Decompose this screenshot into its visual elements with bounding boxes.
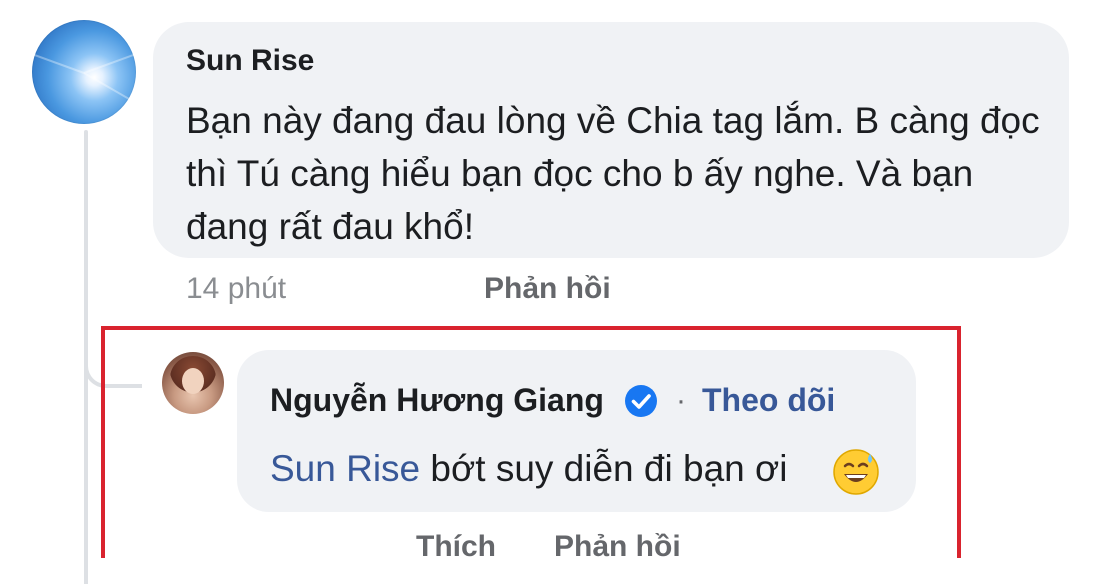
comment-author[interactable]: Sun Rise (186, 44, 314, 78)
like-button[interactable]: Thích (416, 530, 496, 558)
follow-button[interactable]: Theo dõi (702, 382, 835, 419)
bottom-mask (0, 558, 1119, 584)
thread-line-lower (84, 555, 88, 584)
comment-timestamp[interactable]: 14 phút (186, 272, 286, 306)
reply-reply-button[interactable]: Phản hồi (554, 530, 681, 558)
avatar[interactable] (0, 20, 198, 134)
comment-reply-button[interactable]: Phản hồi (484, 272, 611, 306)
comment-text: Bạn này đang đau lòng về Chia tag lắm. B… (186, 100, 1040, 247)
grinning-sweat-emoji-icon (833, 449, 879, 495)
reply-text: Sun Rise bớt suy diễn đi bạn ơi (270, 448, 788, 490)
mention-link[interactable]: Sun Rise (270, 448, 420, 489)
separator-dot: · (676, 384, 686, 417)
reply-author[interactable]: Nguyễn Hương Giang (270, 382, 604, 419)
reply-body: bớt suy diễn đi bạn ơi (420, 448, 788, 489)
reply-actions: Thích Phản hồi (0, 530, 1119, 558)
reply-avatar[interactable] (162, 352, 224, 414)
verified-badge-icon (625, 385, 657, 417)
